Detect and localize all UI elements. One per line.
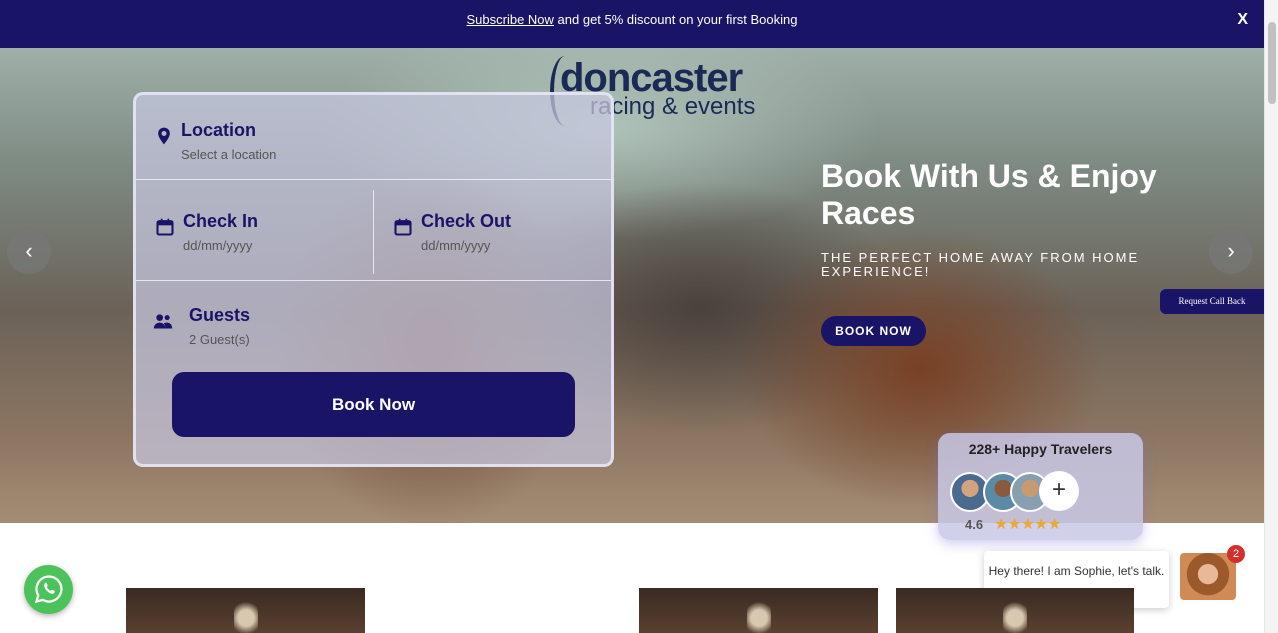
booking-form: Location Select a location Check In dd/m… (133, 92, 614, 467)
whatsapp-button[interactable] (24, 565, 73, 614)
check-in-input[interactable]: dd/mm/yyyy (183, 238, 258, 253)
hero-book-now-button[interactable]: BOOK NOW (821, 316, 926, 346)
slider-prev-button[interactable]: ‹ (7, 230, 51, 274)
check-out-label: Check Out (421, 211, 512, 231)
check-out-field[interactable]: Check Out dd/mm/yyyy (394, 211, 512, 253)
chevron-right-icon: › (1227, 238, 1235, 263)
guests-label: Guests (189, 305, 251, 325)
chevron-left-icon: ‹ (25, 238, 33, 263)
add-traveler-button[interactable]: + (1039, 471, 1079, 511)
request-call-back-button[interactable]: Request Call Back (1160, 289, 1264, 314)
page-scrollbar[interactable] (1264, 0, 1278, 633)
location-field[interactable]: Location Select a location (158, 120, 277, 162)
scrollbar-thumb[interactable] (1268, 22, 1276, 104)
logo-line2: racing & events (590, 93, 756, 120)
chandelier-image (1003, 594, 1027, 633)
guests-field[interactable]: Guests 2 Guest(s) (153, 305, 251, 347)
happy-travelers-widget: 228+ Happy Travelers + 4.6 ★★★★★ (938, 433, 1143, 540)
chandelier-image (746, 594, 771, 633)
form-divider (136, 179, 611, 180)
form-divider (136, 280, 611, 281)
hero-title: Book With Us & Enjoy Races (821, 158, 1157, 231)
room-image[interactable] (639, 588, 878, 633)
calendar-icon (394, 218, 412, 236)
room-image[interactable] (896, 588, 1134, 633)
banner-message: and get 5% discount on your first Bookin… (553, 12, 798, 27)
check-in-label: Check In (183, 211, 259, 231)
map-pin-icon (158, 127, 170, 145)
guests-value: 2 Guest(s) (189, 332, 250, 347)
banner-close-button[interactable]: X (1237, 0, 1248, 40)
calendar-icon (156, 218, 174, 236)
hero-subtitle: THE PERFECT HOME AWAY FROM HOME EXPERIEN… (821, 250, 1140, 279)
subscribe-link[interactable]: Subscribe Now (467, 12, 554, 27)
chandelier-image (233, 594, 258, 633)
check-out-input[interactable]: dd/mm/yyyy (421, 238, 511, 253)
star-rating-icon: ★★★★★ (994, 516, 1062, 533)
location-label: Location (181, 120, 256, 140)
travelers-title: 228+ Happy Travelers (968, 441, 1113, 457)
rating-value: 4.6 (965, 517, 984, 532)
slider-next-button[interactable]: › (1209, 230, 1253, 274)
location-value: Select a location (181, 147, 277, 162)
chat-agent-avatar[interactable] (1180, 553, 1236, 600)
check-in-field[interactable]: Check In dd/mm/yyyy (156, 211, 259, 253)
promo-banner: Subscribe Now and get 5% discount on you… (0, 0, 1264, 48)
form-divider-vertical (373, 190, 374, 274)
plus-icon: + (1051, 476, 1066, 503)
book-now-button[interactable]: Book Now (172, 372, 575, 437)
whatsapp-icon (34, 575, 63, 604)
unread-badge: 2 (1227, 545, 1245, 563)
users-icon (153, 314, 173, 329)
room-image[interactable] (126, 588, 365, 633)
